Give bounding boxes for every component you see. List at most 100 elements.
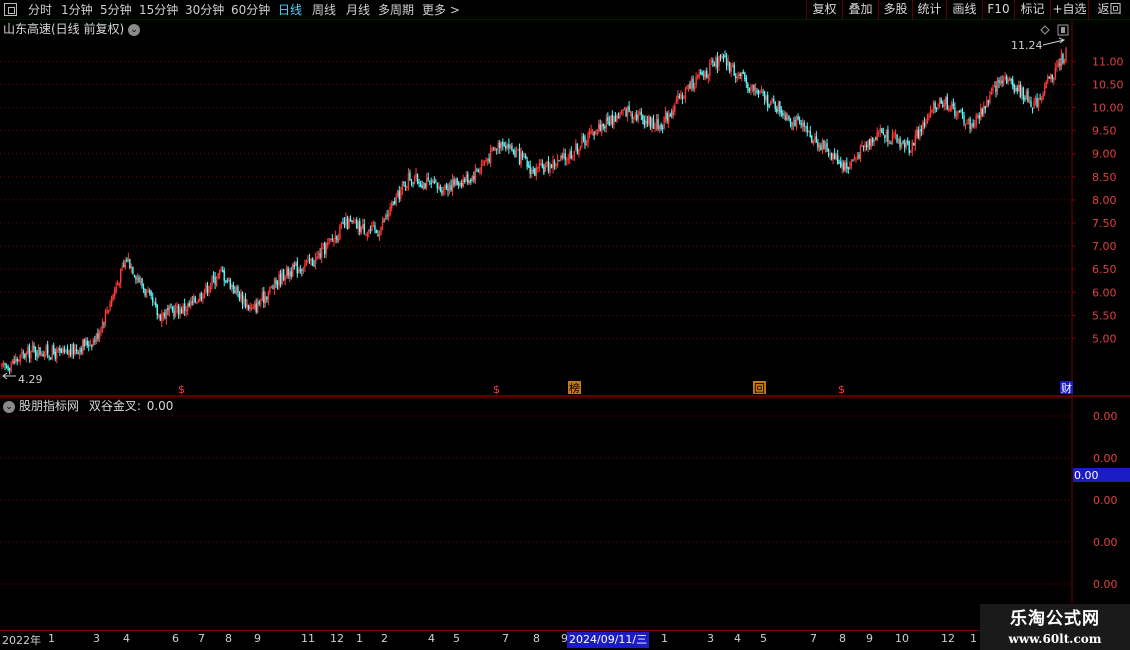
candle-body [1034, 97, 1037, 103]
candle-body [730, 67, 732, 72]
candle-body [846, 162, 848, 169]
candle-body [514, 150, 516, 157]
watermark-url: www.60lt.com [1008, 632, 1102, 646]
candle-body [1016, 87, 1018, 92]
candle-body [200, 293, 203, 300]
candle-body [211, 276, 213, 286]
candle-body [811, 135, 813, 143]
candle-body [920, 128, 923, 132]
candle-body [145, 290, 148, 297]
candle-body [13, 361, 15, 363]
candle-body [22, 352, 25, 354]
candle-body [576, 143, 579, 153]
candle-body [532, 169, 534, 171]
candle-body [489, 148, 492, 164]
candle-body [715, 57, 717, 68]
candle-body [932, 103, 935, 109]
candle-body [928, 115, 930, 117]
event-marker-dollar[interactable]: $ [178, 383, 185, 396]
candle-body [33, 345, 35, 349]
candle-body [503, 145, 506, 147]
kline-chart[interactable]: 5.00 5.50 6.00 6.50 7.00 7.50 8.00 8.50 9.00 9.50… [0, 0, 1130, 630]
candle-body [651, 117, 653, 128]
candle-body [561, 155, 563, 158]
candle-body [4, 363, 6, 366]
candle-body [496, 148, 498, 150]
candle-body [170, 304, 172, 306]
candle-body [626, 106, 629, 116]
time-label: 12 [941, 632, 955, 645]
candle-body [305, 260, 308, 264]
candle-body [549, 164, 551, 173]
candle-body [864, 144, 866, 147]
candle-body [328, 238, 330, 241]
candle-body [529, 165, 531, 174]
event-marker-buyback[interactable]: 回 [754, 382, 765, 395]
candle-body [859, 145, 862, 160]
candle-body [1015, 87, 1017, 91]
candle-body [220, 268, 222, 270]
event-marker-dollar[interactable]: $ [838, 383, 845, 396]
candle-body [792, 119, 795, 126]
candle-body [763, 91, 766, 100]
candle-body [112, 294, 114, 299]
candle-body [642, 114, 644, 120]
price-tick-label: 10.00 [1092, 102, 1124, 115]
candle-body [556, 158, 559, 166]
candle-body [917, 129, 920, 138]
event-marker-dollar[interactable]: $ [493, 383, 500, 396]
candle-body [779, 101, 781, 112]
candle-body [527, 165, 530, 167]
candle-body [471, 175, 474, 182]
candle-body [124, 261, 126, 268]
price-tick-label: 8.50 [1092, 171, 1117, 184]
candle-body [246, 303, 248, 308]
candle-body [345, 217, 347, 225]
candle-body [678, 95, 681, 98]
chevron-down-icon[interactable]: ⌄ [3, 400, 15, 413]
time-axis: 2022年 1 3 4 6 7 8 9 11 12 1 2 4 5 7 8 9 … [0, 630, 980, 650]
candle-body [977, 115, 979, 117]
candle-body [142, 287, 145, 290]
candle-body [637, 114, 639, 120]
candle-body [663, 117, 665, 129]
candle-body [914, 135, 917, 147]
candle-body [913, 142, 915, 146]
candle-body [782, 113, 784, 116]
candle-body [129, 258, 131, 269]
candle-body [768, 106, 770, 108]
candle-body [709, 63, 711, 76]
candle-body [605, 118, 608, 129]
candle-body [275, 279, 277, 285]
candle-body [875, 138, 877, 140]
candle-body [587, 134, 589, 143]
candle-body [613, 116, 615, 126]
candle-body [83, 338, 85, 347]
candle-body [459, 182, 461, 187]
candle-body [929, 110, 932, 117]
candle-body [993, 85, 996, 88]
candle-body [470, 179, 472, 183]
candle-body [281, 270, 283, 285]
event-marker-finance[interactable]: 财 [1061, 381, 1072, 395]
candle-body [247, 305, 250, 310]
candle-body [141, 278, 143, 287]
candle-body [850, 161, 853, 166]
candle-body [50, 357, 52, 359]
candle-body [237, 286, 239, 293]
candle-body [479, 168, 481, 174]
candle-body [499, 142, 501, 149]
event-marker-ranking[interactable]: 榜 [569, 381, 580, 395]
candle-body [25, 352, 28, 358]
candle-body [995, 86, 997, 93]
candle-body [818, 144, 821, 149]
candle-body [86, 340, 88, 346]
diamond-icon[interactable] [1040, 25, 1050, 35]
candle-body [1031, 108, 1034, 110]
candle-body [266, 297, 268, 300]
candle-body [91, 344, 93, 347]
candle-body [881, 128, 883, 133]
candle-body [384, 215, 387, 221]
candle-body [584, 136, 586, 145]
candle-body [183, 303, 186, 311]
